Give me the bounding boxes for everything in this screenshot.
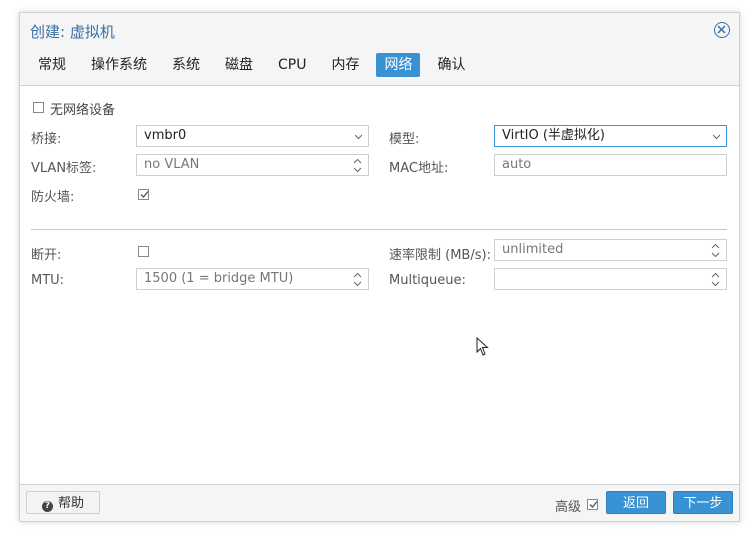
chevron-down-icon [355,134,362,140]
multiqueue-spinner[interactable] [494,268,727,290]
help-label: 帮助 [57,496,84,511]
tab-disks[interactable]: 磁盘 [217,53,261,77]
spinner-arrows-icon[interactable] [711,243,720,258]
disconnect-checkbox[interactable] [138,246,149,257]
firewall-label: 防火墙: [31,190,75,205]
no-network-label: 无网络设备 [50,103,116,118]
tab-memory[interactable]: 内存 [323,53,367,77]
multiqueue-label: Multiqueue: [389,273,466,288]
vlan-label: VLAN标签: [31,161,97,176]
mouse-cursor-icon [476,337,489,356]
bridge-select[interactable]: vmbr0 [136,125,369,147]
rate-limit-spinner[interactable]: unlimited [494,239,727,261]
advanced-checkbox[interactable] [587,499,598,510]
check-icon [589,501,598,508]
mac-label: MAC地址: [389,161,449,176]
back-button[interactable]: 返回 [606,491,666,514]
mtu-spinner[interactable]: 1500 (1 = bridge MTU) [136,268,369,290]
mtu-label: MTU: [31,273,65,288]
help-button[interactable]: ? 帮助 [26,491,100,514]
wizard-tabs: 常规 操作系统 系统 磁盘 CPU 内存 网络 确认 [30,53,482,77]
advanced-label: 高级 [555,500,582,515]
disconnect-label: 断开: [31,248,62,263]
next-button[interactable]: 下一步 [673,491,733,514]
mac-input[interactable]: auto [494,154,727,176]
close-icon[interactable] [714,22,730,38]
no-network-checkbox[interactable] [33,102,44,113]
tab-network[interactable]: 网络 [376,53,421,77]
tab-cpu[interactable]: CPU [270,53,314,77]
firewall-checkbox[interactable] [138,189,149,200]
tab-general[interactable]: 常规 [30,53,74,77]
rate-limit-value: unlimited [502,242,564,257]
model-select[interactable]: VirtIO (半虚拟化) [494,125,727,147]
bridge-label: 桥接: [31,132,62,147]
spinner-arrows-icon[interactable] [353,272,362,287]
question-circle-icon: ? [41,501,53,512]
spinner-arrows-icon[interactable] [353,158,362,173]
section-divider [31,229,727,230]
mac-value: auto [502,157,532,172]
dialog-title: 创建: 虚拟机 [30,23,115,41]
rate-limit-label: 速率限制 (MB/s): [389,248,491,263]
spinner-arrows-icon[interactable] [711,272,720,287]
tab-confirm[interactable]: 确认 [429,53,473,77]
vlan-value: no VLAN [144,157,200,172]
mtu-value: 1500 (1 = bridge MTU) [144,271,294,286]
vlan-spinner[interactable]: no VLAN [136,154,369,176]
model-value: VirtIO (半虚拟化) [502,128,606,143]
check-icon [140,191,149,198]
network-panel: 无网络设备 桥接: vmbr0 模型: VirtIO (半虚拟化) VLAN标签… [20,85,739,485]
create-vm-dialog: 创建: 虚拟机 常规 操作系统 系统 磁盘 CPU 内存 网络 确认 无网络设备… [19,12,740,522]
tab-system[interactable]: 系统 [164,53,208,77]
chevron-down-icon [713,134,720,140]
bridge-value: vmbr0 [144,128,187,143]
tab-os[interactable]: 操作系统 [83,53,155,77]
model-label: 模型: [389,132,420,147]
